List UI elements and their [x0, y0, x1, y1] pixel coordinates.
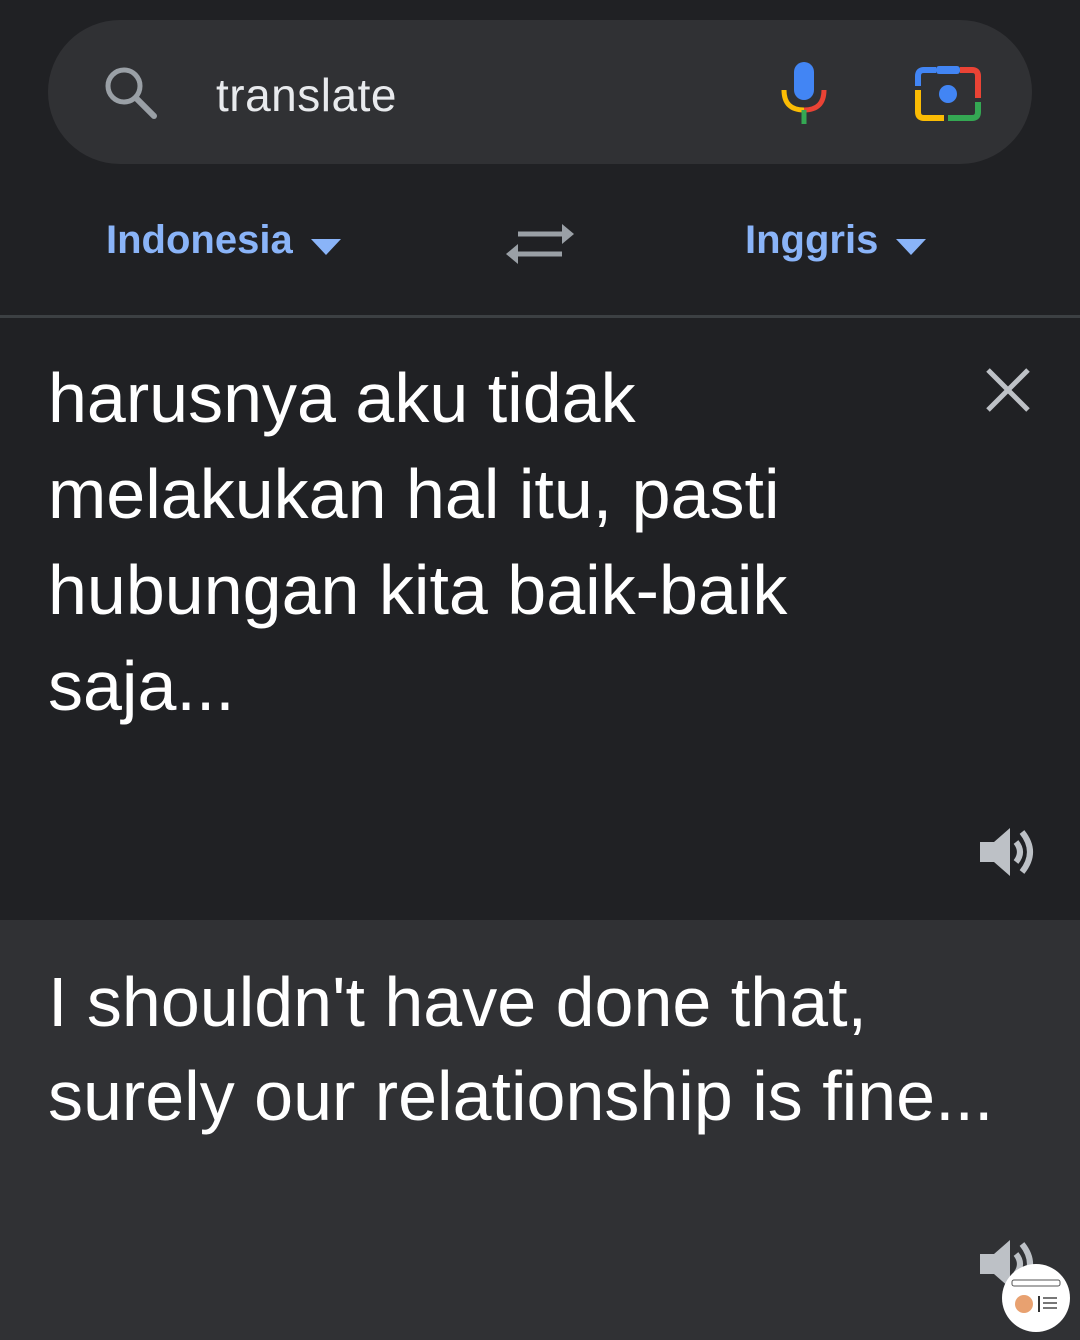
close-icon[interactable]: [984, 366, 1032, 414]
corner-logo-badge: [1002, 1264, 1070, 1332]
swap-arrows-icon[interactable]: [504, 220, 576, 268]
search-input[interactable]: translate: [216, 62, 397, 128]
source-text-input[interactable]: harusnya aku tidak melakukan hal itu, pa…: [48, 350, 908, 734]
translation-result-text: I shouldn't have done that, surely our r…: [48, 963, 994, 1135]
chevron-down-icon[interactable]: [311, 239, 341, 255]
search-icon[interactable]: [100, 62, 160, 122]
source-language-button[interactable]: Indonesia: [106, 208, 293, 272]
camera-lens-icon[interactable]: [914, 64, 982, 124]
mic-icon[interactable]: [776, 58, 832, 128]
chevron-down-icon[interactable]: [896, 239, 926, 255]
logo-icon: [1011, 1279, 1061, 1313]
search-bar[interactable]: [48, 20, 1032, 164]
speaker-icon[interactable]: [976, 820, 1040, 884]
target-language-button[interactable]: Inggris: [745, 208, 878, 272]
